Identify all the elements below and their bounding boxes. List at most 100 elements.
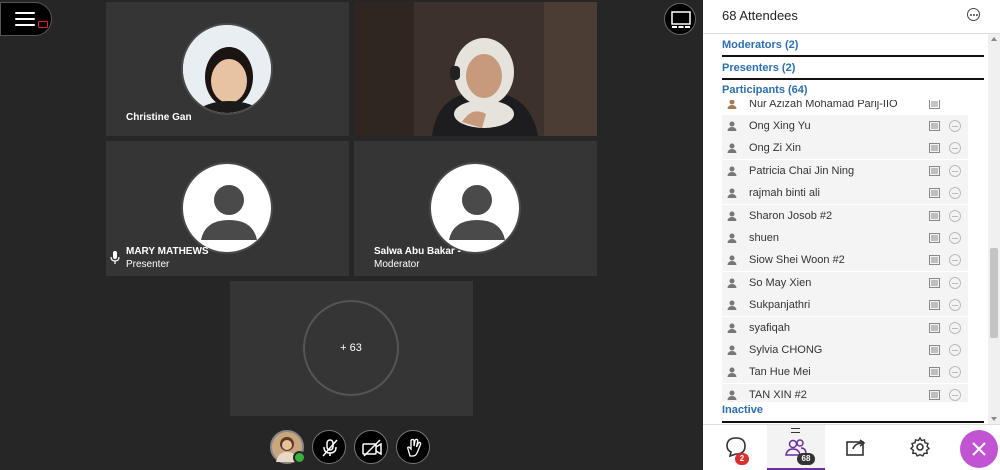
status-menu-icon[interactable] <box>949 142 961 155</box>
session-menu-button[interactable] <box>0 2 52 36</box>
status-check-icon <box>293 451 306 464</box>
list-item[interactable]: TAN XIN #2 <box>722 383 968 402</box>
attendee-name: Sukpanjathri <box>749 299 811 312</box>
attendees-count-badge: 68 <box>797 453 815 465</box>
list-item[interactable]: Nur Azizah Mohamad Parij-IIO <box>722 100 968 115</box>
list-item[interactable]: Tan Hue Mei <box>722 361 968 384</box>
notes-icon <box>929 233 940 243</box>
status-menu-icon[interactable] <box>949 388 961 401</box>
notes-icon <box>929 277 940 288</box>
attendee-list-scrollbar[interactable] <box>988 34 1000 424</box>
status-menu-icon[interactable] <box>949 120 961 132</box>
tab-share-content[interactable] <box>827 425 885 470</box>
share-icon <box>846 439 866 456</box>
more-options-icon[interactable] <box>967 8 980 21</box>
notes-icon <box>929 322 940 333</box>
video-tile-christine[interactable]: Christine Gan <box>106 2 349 136</box>
scroll-down-icon[interactable] <box>991 417 997 421</box>
live-video-feed <box>354 2 597 136</box>
status-menu-icon[interactable] <box>949 187 961 200</box>
participant-role: Moderator <box>374 259 420 270</box>
attendee-name: Tan Hue Mei <box>749 366 811 379</box>
attendee-name: So May Xien <box>749 276 812 289</box>
list-item[interactable]: syafiqah <box>722 316 968 339</box>
list-item[interactable]: Ong Xing Yu <box>722 115 968 137</box>
person-icon <box>727 323 737 333</box>
status-menu-icon[interactable] <box>949 299 961 312</box>
person-icon <box>727 233 737 243</box>
tab-grip-icon <box>791 428 800 433</box>
more-participants-indicator: + 63 <box>303 300 399 396</box>
section-presenters[interactable]: Presenters (2) <box>722 62 795 74</box>
list-item[interactable]: rajmah binti ali <box>722 182 968 205</box>
status-menu-icon[interactable] <box>949 344 961 356</box>
notes-icon <box>929 143 940 154</box>
person-icon <box>727 390 737 400</box>
layout-toggle-button[interactable] <box>664 3 696 35</box>
video-tile-live[interactable] <box>354 2 597 136</box>
section-inactive[interactable]: Inactive <box>722 404 763 416</box>
list-item[interactable]: Sharon Josob #2 <box>722 204 968 227</box>
list-item[interactable]: Siow Shei Woon #2 <box>722 249 968 272</box>
list-item[interactable]: So May Xien <box>722 271 968 294</box>
list-item[interactable]: shuen <box>722 227 968 249</box>
notes-icon <box>929 389 940 400</box>
video-tile-salwa[interactable]: Salwa Abu Bakar - Moderator <box>354 141 597 276</box>
status-menu-icon[interactable] <box>949 321 961 334</box>
attendee-name: Ong Zi Xin <box>749 142 801 155</box>
panel-header: 68 Attendees <box>703 0 1000 34</box>
panel-title: 68 Attendees <box>722 8 798 23</box>
attendee-name: Ong Xing Yu <box>749 120 811 132</box>
status-menu-icon[interactable] <box>949 164 961 177</box>
notes-icon <box>929 255 940 266</box>
person-icon <box>727 300 737 311</box>
section-divider <box>722 421 984 423</box>
tab-settings[interactable] <box>891 425 949 470</box>
attendee-name: rajmah binti ali <box>749 187 820 200</box>
status-menu-icon[interactable] <box>949 276 961 289</box>
overflow-tile[interactable]: + 63 <box>230 281 473 416</box>
attendee-name: Sharon Josob #2 <box>749 209 833 222</box>
person-icon <box>727 211 737 221</box>
video-stage: Christine Gan MARY MATHEWS Presenter Sal… <box>0 0 703 470</box>
section-moderators[interactable]: Moderators (2) <box>722 39 798 51</box>
person-icon <box>727 278 737 288</box>
person-icon <box>727 345 737 355</box>
camera-toggle-button[interactable] <box>354 430 388 464</box>
person-icon <box>727 143 737 154</box>
list-item[interactable]: Ong Zi Xin <box>722 137 968 160</box>
notes-icon <box>929 165 940 176</box>
video-tile-mary[interactable]: MARY MATHEWS Presenter <box>106 141 349 276</box>
microphone-toggle-button[interactable] <box>312 430 346 464</box>
status-menu-icon[interactable] <box>949 209 961 222</box>
status-menu-icon[interactable] <box>949 254 961 267</box>
scroll-up-icon[interactable] <box>991 37 997 41</box>
status-menu-icon[interactable] <box>949 366 961 379</box>
list-item[interactable]: Sukpanjathri <box>722 294 968 317</box>
attendee-name: Siow Shei Woon #2 <box>749 254 845 267</box>
microphone-off-icon <box>322 439 338 457</box>
list-item[interactable]: Sylvia CHONG <box>722 339 968 361</box>
person-icon <box>727 255 737 266</box>
close-panel-button[interactable] <box>960 430 998 468</box>
status-menu-icon[interactable] <box>949 232 961 244</box>
attendee-name: Sylvia CHONG <box>749 344 823 356</box>
notes-icon <box>929 300 940 311</box>
participant-name: Salwa Abu Bakar - <box>374 246 461 257</box>
scrollbar-thumb[interactable] <box>990 248 998 338</box>
tab-attendees[interactable]: 68 <box>767 425 825 470</box>
attendee-name: shuen <box>749 232 779 244</box>
panel-tab-bar: 2 68 <box>703 424 1000 470</box>
list-item[interactable]: Patricia Chai Jin Ning <box>722 159 968 182</box>
person-icon <box>727 188 737 199</box>
participant-role: Presenter <box>126 259 170 270</box>
tab-chat[interactable]: 2 <box>707 425 765 470</box>
default-avatar-icon <box>181 162 273 254</box>
notes-icon <box>929 188 940 199</box>
person-icon <box>727 100 737 109</box>
notes-icon <box>929 367 940 378</box>
my-status-button[interactable] <box>270 430 306 464</box>
raise-hand-button[interactable] <box>396 430 430 464</box>
section-participants[interactable]: Participants (64) <box>722 84 808 96</box>
default-avatar-icon <box>429 162 521 254</box>
